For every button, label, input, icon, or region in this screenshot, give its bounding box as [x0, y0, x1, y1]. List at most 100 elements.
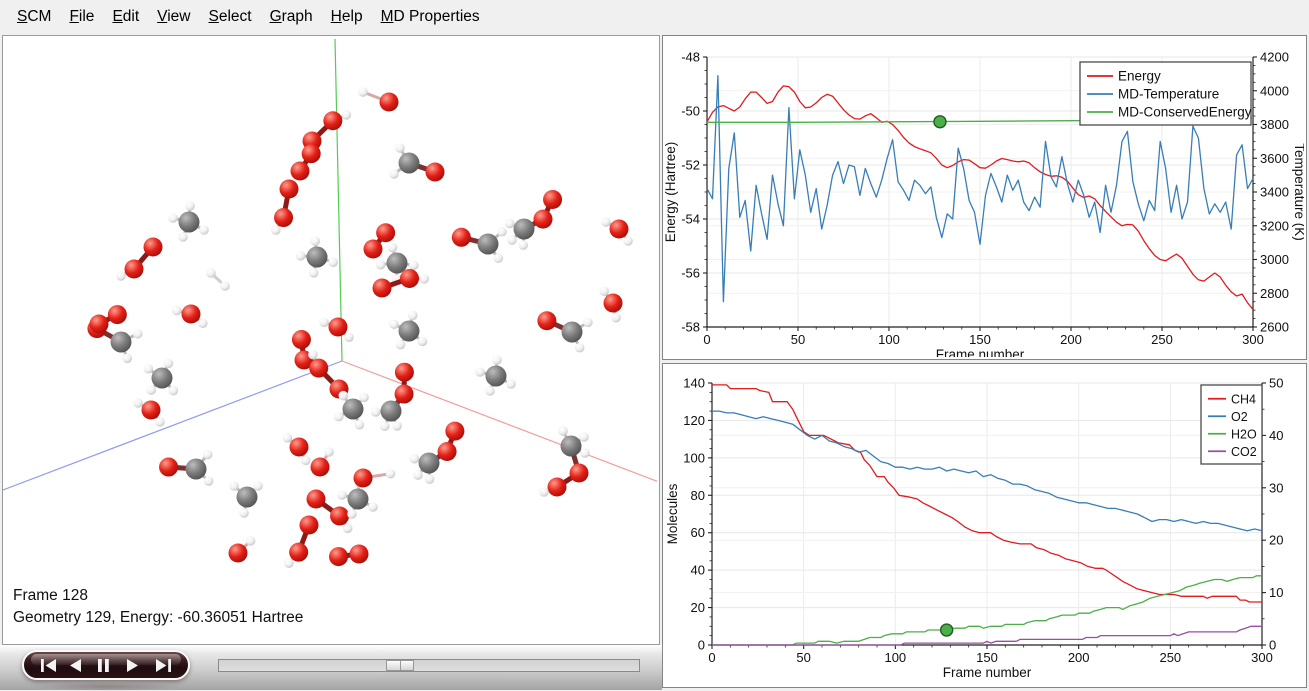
- oxygen-atom: [300, 516, 319, 535]
- menu-item-md-properties[interactable]: MD Properties: [372, 8, 489, 26]
- menu-item-view[interactable]: View: [148, 8, 199, 26]
- menu-item-scm[interactable]: SCM: [8, 8, 60, 26]
- molecule-ch3: [229, 481, 263, 518]
- svg-text:3000: 3000: [1260, 252, 1289, 267]
- oxygen-atom: [329, 547, 348, 566]
- svg-text:4000: 4000: [1260, 83, 1289, 98]
- hydrogen-atom: [133, 398, 143, 408]
- menu-item-file[interactable]: File: [60, 8, 103, 26]
- svg-text:-52: -52: [681, 158, 700, 173]
- molecule-viewer[interactable]: Frame 128 Geometry 129, Energy: -60.3605…: [2, 35, 660, 645]
- oxygen-atom: [373, 279, 392, 298]
- oxygen-atom: [229, 544, 248, 563]
- molecule-ch2o: [389, 143, 444, 181]
- hydrogen-atom: [413, 470, 423, 480]
- carbon-atom: [387, 253, 408, 274]
- geometry-energy-label: Geometry 129, Energy: -60.36051 Hartree: [13, 609, 303, 627]
- legend: CH4O2H2OCO2: [1201, 385, 1262, 464]
- frame-slider[interactable]: [218, 659, 640, 672]
- hydrogen-atom: [359, 393, 369, 403]
- svg-text:60: 60: [691, 525, 705, 540]
- hydrogen-atom: [253, 481, 263, 491]
- oxygen-atom: [570, 464, 589, 483]
- svg-text:100: 100: [683, 450, 705, 465]
- hydrogen-atom: [155, 417, 165, 427]
- hydrogen-atom: [122, 354, 132, 364]
- hydrogen-atom: [178, 232, 188, 242]
- molecule-h2o: [133, 398, 165, 427]
- svg-text:150: 150: [969, 332, 991, 347]
- hydrogen-atom: [358, 87, 368, 97]
- skip-to-end-button[interactable]: [154, 658, 174, 673]
- frame-slider-thumb[interactable]: [386, 660, 414, 671]
- energy-temperature-chart-panel[interactable]: 050100150200250300-48-50-52-54-56-584200…: [662, 35, 1307, 360]
- hydrogen-atom: [376, 260, 386, 270]
- pause-button[interactable]: [96, 658, 116, 673]
- oxygen-atom: [438, 442, 457, 461]
- oxygen-atom: [543, 190, 562, 209]
- hydrogen-atom: [388, 243, 398, 253]
- molecule-count-chart-panel[interactable]: 0501001502002503001401201008060402005040…: [662, 363, 1307, 688]
- play-button[interactable]: [125, 658, 145, 673]
- carbon-atom: [348, 489, 369, 510]
- hydrogen-atom: [410, 454, 420, 464]
- molecule-3d-canvas[interactable]: [3, 36, 657, 642]
- hydrogen-atom: [116, 271, 126, 281]
- oxygen-atom: [108, 305, 127, 324]
- skip-to-start-button[interactable]: [38, 658, 58, 673]
- menu-item-help[interactable]: Help: [322, 8, 372, 26]
- energy-temperature-chart[interactable]: 050100150200250300-48-50-52-54-56-584200…: [663, 36, 1304, 357]
- hydrogen-atom: [246, 536, 256, 546]
- hydrogen-atom: [392, 421, 402, 431]
- hydrogen-atom: [386, 469, 396, 479]
- playback-controls: [22, 650, 190, 680]
- amsmovie-window: { "window": {"title": "AMSmovie", "backg…: [0, 0, 1309, 690]
- oxygen-atom: [302, 144, 321, 163]
- oxygen-atom: [330, 507, 349, 526]
- oxygen-atom: [90, 315, 109, 334]
- menu-item-edit[interactable]: Edit: [103, 8, 148, 26]
- hydrogen-atom: [601, 217, 611, 227]
- oxygen-atom: [142, 401, 161, 420]
- molecule-o2: [364, 223, 396, 258]
- menu-item-select[interactable]: Select: [199, 8, 260, 26]
- hydrogen-atom: [599, 286, 609, 296]
- svg-text:50: 50: [796, 650, 810, 665]
- menu-item-graph[interactable]: Graph: [261, 8, 322, 26]
- carbon-atom: [478, 234, 499, 255]
- hydrogen-atom: [283, 433, 293, 443]
- molecule-o2: [292, 330, 314, 369]
- oxygen-atom: [311, 458, 330, 477]
- svg-text:-48: -48: [681, 50, 700, 65]
- hydrogen-atom: [368, 502, 378, 512]
- right-axis-label: Temperature (K): [1292, 143, 1304, 241]
- hydrogen-atom: [271, 225, 281, 235]
- molecule-h2o: [172, 305, 208, 329]
- step-back-icon: [70, 659, 85, 672]
- molecule-count-chart[interactable]: 0501001502002503001401201008060402005040…: [663, 364, 1304, 685]
- hydrogen-atom: [583, 318, 593, 328]
- molecule-ch4: [389, 311, 427, 350]
- step-back-button[interactable]: [67, 658, 87, 673]
- hydrogen-atom: [310, 236, 320, 246]
- oxygen-atom: [309, 359, 328, 378]
- oxygen-atom: [354, 469, 373, 488]
- hydrogen-atom: [497, 227, 507, 237]
- oxygen-atom: [533, 210, 552, 229]
- svg-text:20: 20: [1269, 533, 1283, 548]
- carbon-atom: [399, 321, 420, 342]
- hydrogen-atom: [319, 318, 329, 328]
- left-axis-label: Molecules: [665, 483, 680, 544]
- hydrogen-atom: [239, 508, 249, 518]
- molecule-o2: [291, 144, 321, 180]
- current-frame-marker: [934, 116, 946, 128]
- molecule-ch4: [334, 391, 369, 430]
- molecule-o2: [90, 305, 127, 333]
- oxygen-atom: [280, 180, 299, 199]
- carbon-atom: [237, 487, 258, 508]
- molecule-ch3o2: [505, 190, 562, 250]
- hydrogen-atom: [558, 426, 568, 436]
- hydrogen-atom: [339, 391, 349, 401]
- molecule-ch4: [296, 236, 338, 277]
- molecule-h2o: [319, 318, 354, 343]
